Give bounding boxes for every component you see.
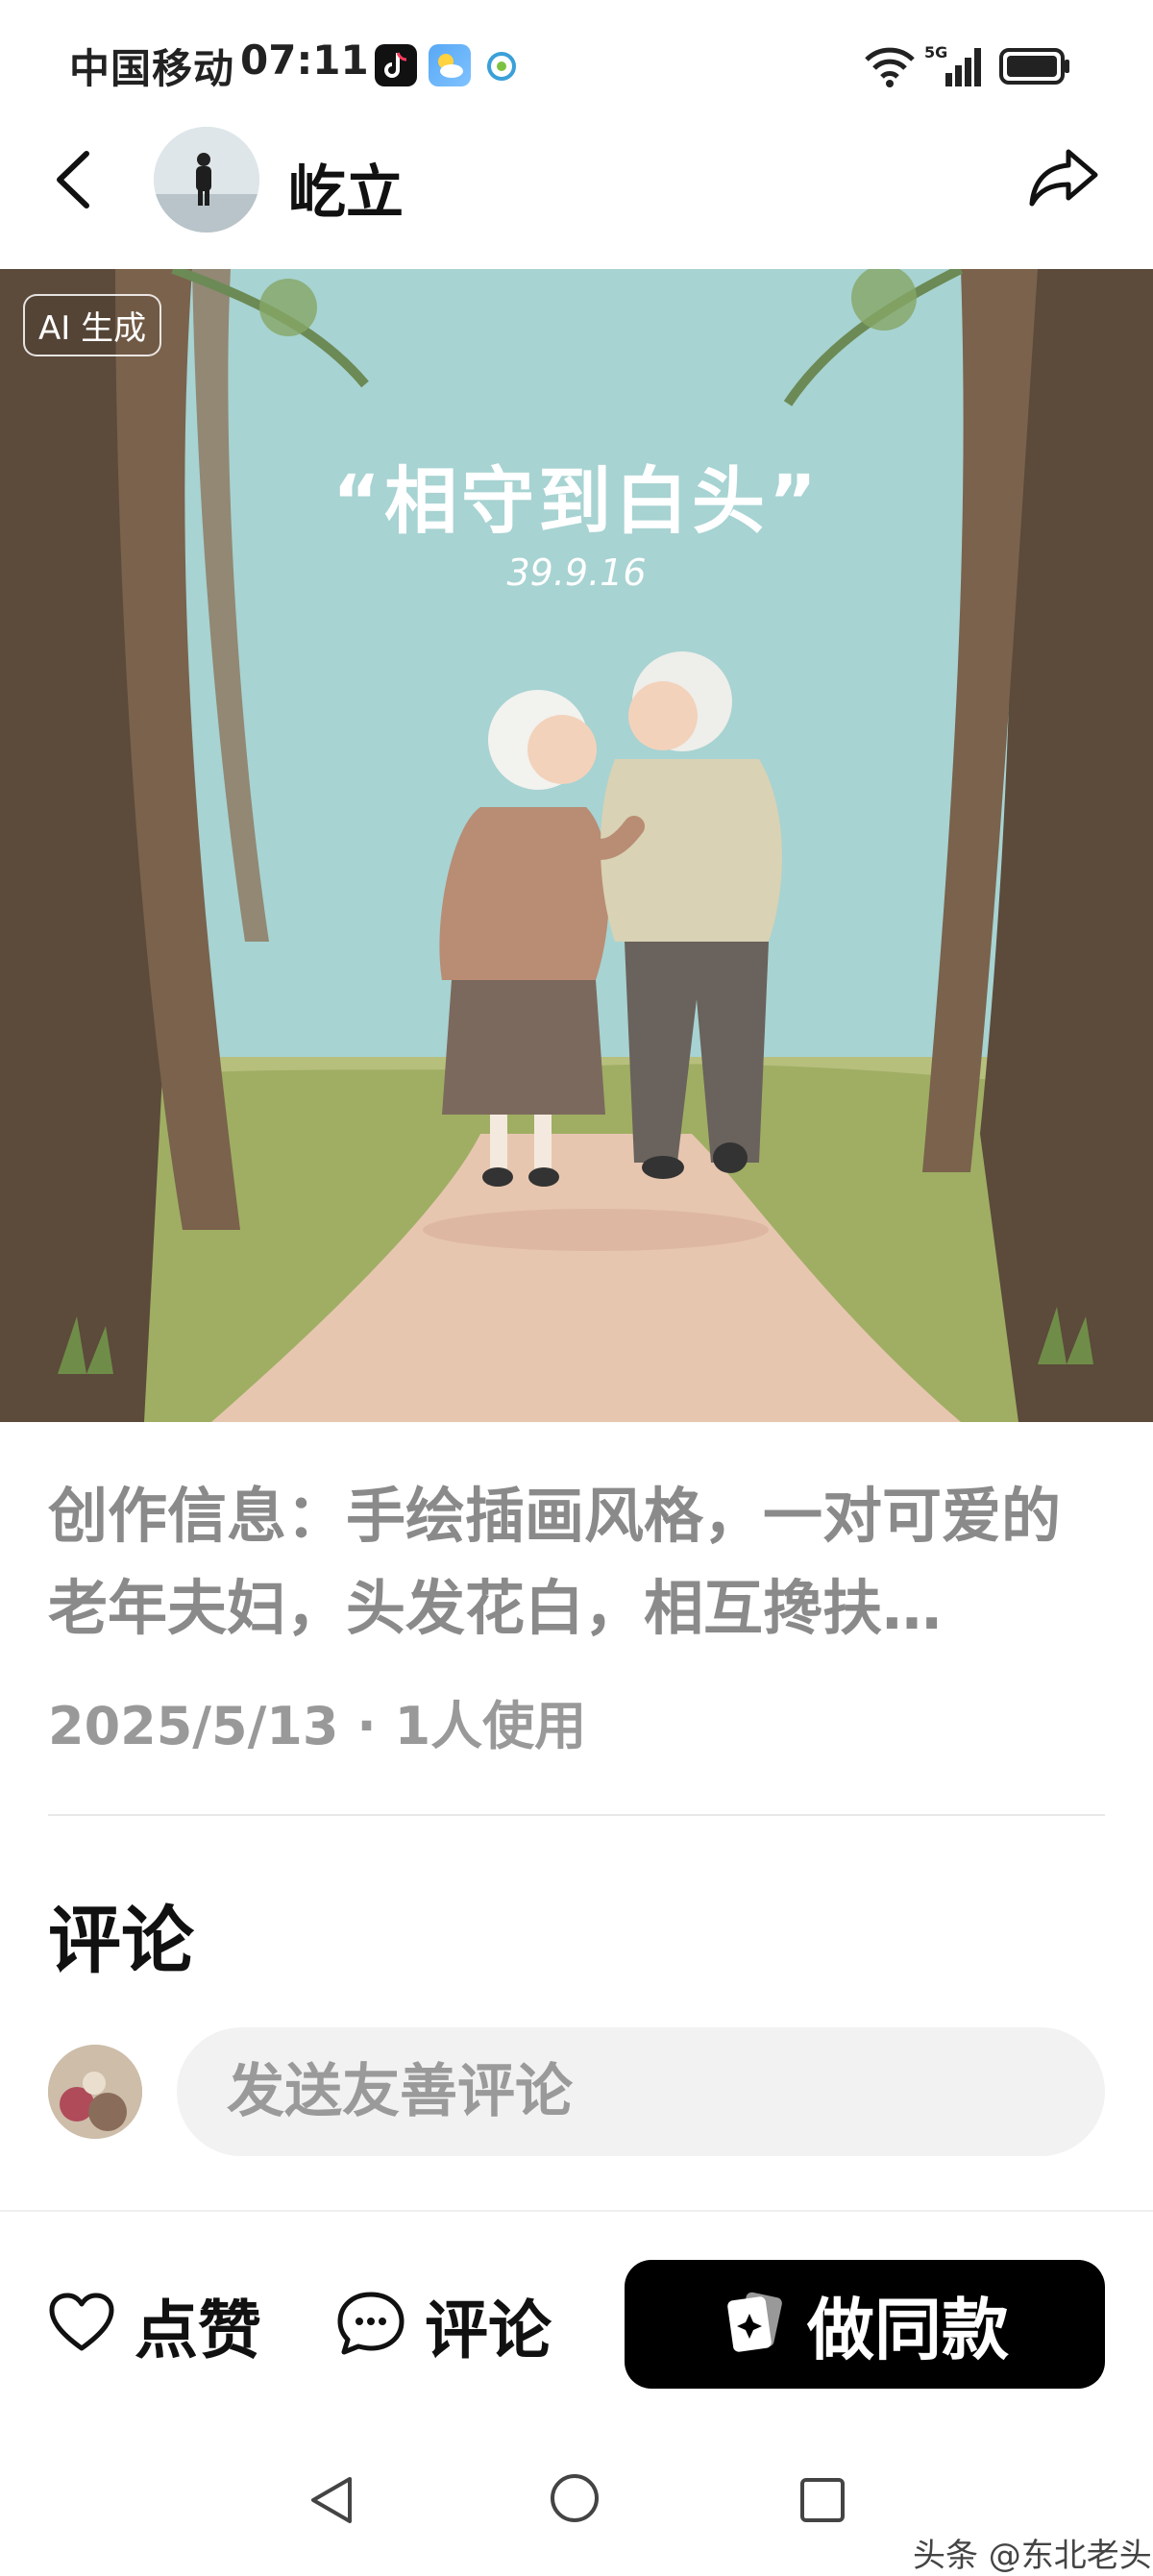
system-home-icon[interactable] — [548, 2471, 601, 2529]
carrier-label: 中国移动 — [69, 45, 235, 92]
divider — [0, 2210, 1153, 2212]
system-recents-icon[interactable] — [797, 2475, 847, 2529]
back-icon[interactable] — [50, 146, 98, 213]
ai-generated-badge: AI 生成 — [23, 294, 162, 356]
comment-bubble-icon — [336, 2291, 405, 2360]
creation-info-text[interactable]: 创作信息：手绘插画风格，一对可爱的老年夫妇，头发花白，相互搀扶… — [48, 1470, 1105, 1655]
comment-label: 评论 — [425, 2294, 552, 2367]
tiktok-icon — [375, 44, 417, 86]
cellular-signal-icon: 5G — [924, 42, 986, 92]
post-meta: 2025/5/13 · 1人使用 — [48, 1696, 587, 1756]
heart-icon — [48, 2293, 115, 2358]
cards-icon — [721, 2289, 788, 2360]
like-label: 点赞 — [135, 2294, 261, 2367]
make-same-button[interactable]: 做同款 — [625, 2260, 1105, 2389]
system-back-icon[interactable] — [306, 2473, 357, 2531]
artwork-subtitle: 39.9.16 — [506, 552, 647, 594]
author-avatar[interactable] — [154, 127, 259, 233]
author-name[interactable]: 屹立 — [288, 146, 404, 230]
make-same-label: 做同款 — [807, 2290, 1009, 2369]
divider — [48, 1814, 1105, 1816]
user-avatar — [48, 2045, 142, 2139]
weather-icon — [429, 44, 471, 86]
battery-icon — [999, 48, 1070, 85]
svg-text:5G: 5G — [924, 43, 947, 61]
artwork-title: “相守到白头” — [332, 458, 821, 544]
comment-button[interactable]: 评论 — [336, 2277, 552, 2373]
share-icon[interactable] — [1026, 144, 1103, 211]
status-time: 07:11 — [240, 37, 369, 84]
like-button[interactable]: 点赞 — [48, 2277, 261, 2373]
china-mobile-icon — [485, 50, 518, 83]
comments-heading: 评论 — [48, 1898, 194, 1983]
wifi-icon — [863, 42, 917, 92]
comment-input[interactable] — [177, 2027, 1105, 2156]
watermark: 头条 @东北老头 — [913, 2537, 1152, 2575]
